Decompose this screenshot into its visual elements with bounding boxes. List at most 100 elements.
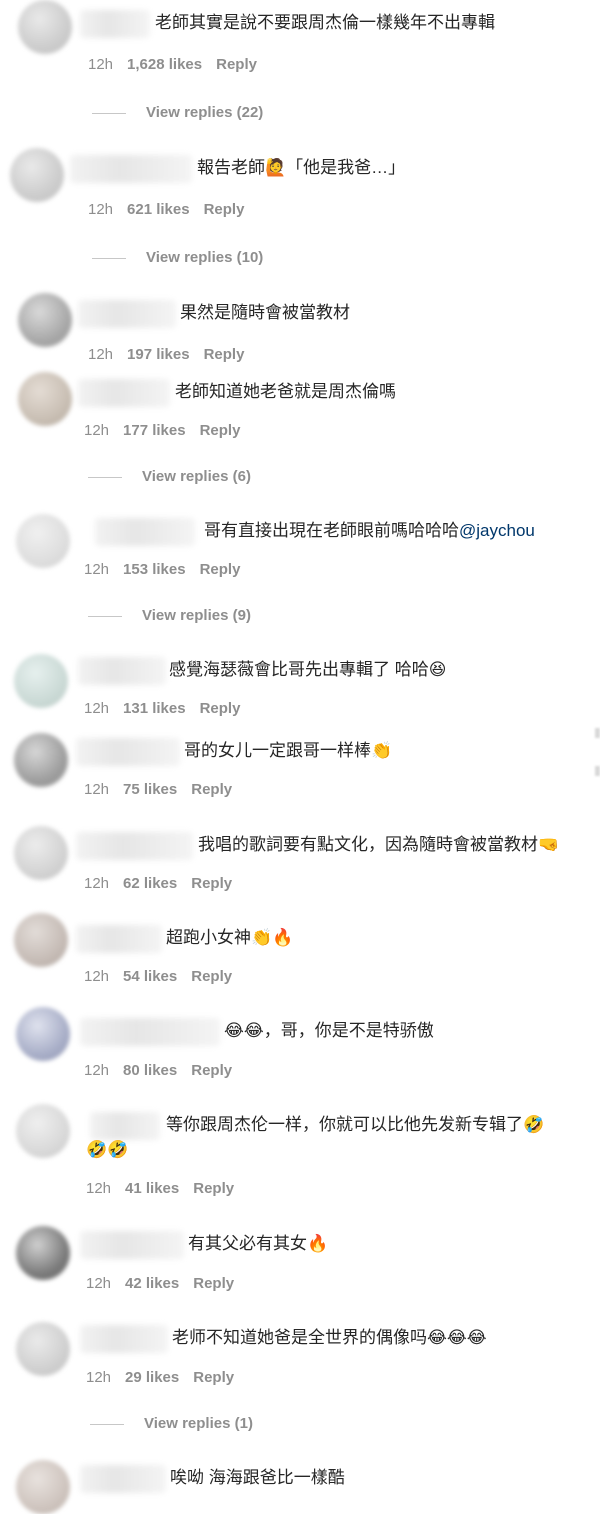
comment-text: 老師知道她老爸就是周杰倫嗎 [175,382,396,401]
username-blurred[interactable] [76,738,180,766]
comment-time: 12h [84,422,110,439]
reply-button[interactable]: Reply [200,422,241,439]
avatar[interactable] [14,733,68,787]
comment-time: 12h [84,781,110,798]
likes-count[interactable]: 29 likes [125,1369,179,1386]
view-replies-button[interactable]: View replies (6) [88,468,251,485]
comment-time: 12h [86,1180,112,1197]
username-blurred[interactable] [76,925,162,953]
reply-button[interactable]: Reply [193,1369,234,1386]
mention-link[interactable]: @jaychou [459,521,535,540]
reply-button[interactable]: Reply [193,1180,234,1197]
avatar[interactable] [16,1007,70,1061]
comment-meta: 12h 54 likes Reply [84,968,246,985]
avatar[interactable] [16,1322,70,1376]
reply-button[interactable]: Reply [191,875,232,892]
reply-button[interactable]: Reply [191,781,232,798]
comment-text: 老師其實是說不要跟周杰倫一樣幾年不出專輯 [155,13,495,32]
comment-meta: 12h 75 likes Reply [84,781,246,798]
comment-meta: 12h 177 likes Reply [84,422,254,439]
comment-text: 我唱的歌詞要有點文化，因為隨時會被當教材🤜 [198,835,560,854]
username-blurred[interactable] [80,10,150,38]
comment-time: 12h [84,700,110,717]
username-blurred[interactable] [80,1231,184,1259]
comment-text-continued: 🤣🤣 [86,1140,129,1159]
likes-count[interactable]: 80 likes [123,1062,177,1079]
comment-body: 哥有直接出現在老師眼前嗎哈哈哈 [204,521,459,540]
username-blurred[interactable] [80,1325,168,1353]
comment-meta: 12h 41 likes Reply [86,1180,248,1197]
avatar[interactable] [14,913,68,967]
comment-time: 12h [84,875,110,892]
comment-text: 感覺海瑟薇會比哥先出專輯了 哈哈😆 [169,660,447,679]
username-blurred[interactable] [95,518,195,546]
username-blurred[interactable] [80,1465,166,1493]
divider-line [92,112,126,114]
comment-text: 有其父必有其女🔥 [188,1234,329,1253]
username-blurred[interactable] [70,155,192,183]
reply-button[interactable]: Reply [204,201,245,218]
scroll-edge-mark [595,728,600,738]
comment-meta: 12h 131 likes Reply [84,700,254,717]
likes-count[interactable]: 62 likes [123,875,177,892]
comment-meta: 12h 42 likes Reply [86,1275,248,1292]
avatar[interactable] [16,1104,70,1158]
avatar[interactable] [16,1226,70,1280]
avatar[interactable] [14,826,68,880]
comment-text: 😂😂，哥，你是不是特骄傲 [224,1021,434,1040]
view-replies-button[interactable]: View replies (10) [92,249,263,266]
likes-count[interactable]: 153 likes [123,561,186,578]
likes-count[interactable]: 621 likes [127,201,190,218]
username-blurred[interactable] [90,1112,160,1140]
comment-text: 哥的女儿一定跟哥一样棒👏 [184,741,393,760]
divider-line [90,1423,124,1425]
reply-button[interactable]: Reply [200,561,241,578]
avatar[interactable] [18,372,72,426]
avatar[interactable] [10,148,64,202]
comment-time: 12h [84,1062,110,1079]
comment-meta: 12h 29 likes Reply [86,1369,248,1386]
comment-meta: 12h 197 likes Reply [88,346,258,363]
likes-count[interactable]: 42 likes [125,1275,179,1292]
reply-button[interactable]: Reply [193,1275,234,1292]
comment-text: 唉呦 海海跟爸比一樣酷 [170,1468,345,1487]
comment-text: 老师不知道她爸是全世界的偶像吗😂😂😂 [172,1328,487,1347]
comment-text: 報告老師🙋「他是我爸…」 [197,158,406,177]
comment-time: 12h [88,346,114,363]
comment-text: 等你跟周杰伦一样，你就可以比他先发新专辑了🤣 [166,1115,545,1134]
likes-count[interactable]: 1,628 likes [127,56,202,73]
reply-button[interactable]: Reply [200,700,241,717]
reply-button[interactable]: Reply [216,56,257,73]
likes-count[interactable]: 131 likes [123,700,186,717]
comment-time: 12h [84,561,110,578]
username-blurred[interactable] [78,300,176,328]
avatar[interactable] [16,1460,70,1514]
username-blurred[interactable] [78,379,170,407]
comment-time: 12h [86,1275,112,1292]
avatar[interactable] [16,514,70,568]
view-replies-button[interactable]: View replies (22) [92,104,263,121]
comment-text: 哥有直接出現在老師眼前嗎哈哈哈@jaychou [204,518,535,544]
comment-text: 超跑小女神👏🔥 [166,928,294,947]
avatar[interactable] [18,293,72,347]
comment-meta: 12h 80 likes Reply [84,1062,246,1079]
likes-count[interactable]: 54 likes [123,968,177,985]
reply-button[interactable]: Reply [191,1062,232,1079]
reply-button[interactable]: Reply [191,968,232,985]
view-replies-button[interactable]: View replies (9) [88,607,251,624]
view-replies-button[interactable]: View replies (1) [90,1415,253,1432]
likes-count[interactable]: 197 likes [127,346,190,363]
username-blurred[interactable] [76,832,193,860]
avatar[interactable] [14,654,68,708]
username-blurred[interactable] [78,657,166,685]
likes-count[interactable]: 41 likes [125,1180,179,1197]
avatar[interactable] [18,0,72,54]
username-blurred[interactable] [80,1018,220,1046]
comment-meta: 12h 62 likes Reply [84,875,246,892]
likes-count[interactable]: 75 likes [123,781,177,798]
reply-button[interactable]: Reply [204,346,245,363]
comment-text: 果然是隨時會被當教材 [180,303,350,322]
comment-meta: 12h 1,628 likes Reply [88,56,271,73]
likes-count[interactable]: 177 likes [123,422,186,439]
scroll-edge-mark [595,766,600,776]
